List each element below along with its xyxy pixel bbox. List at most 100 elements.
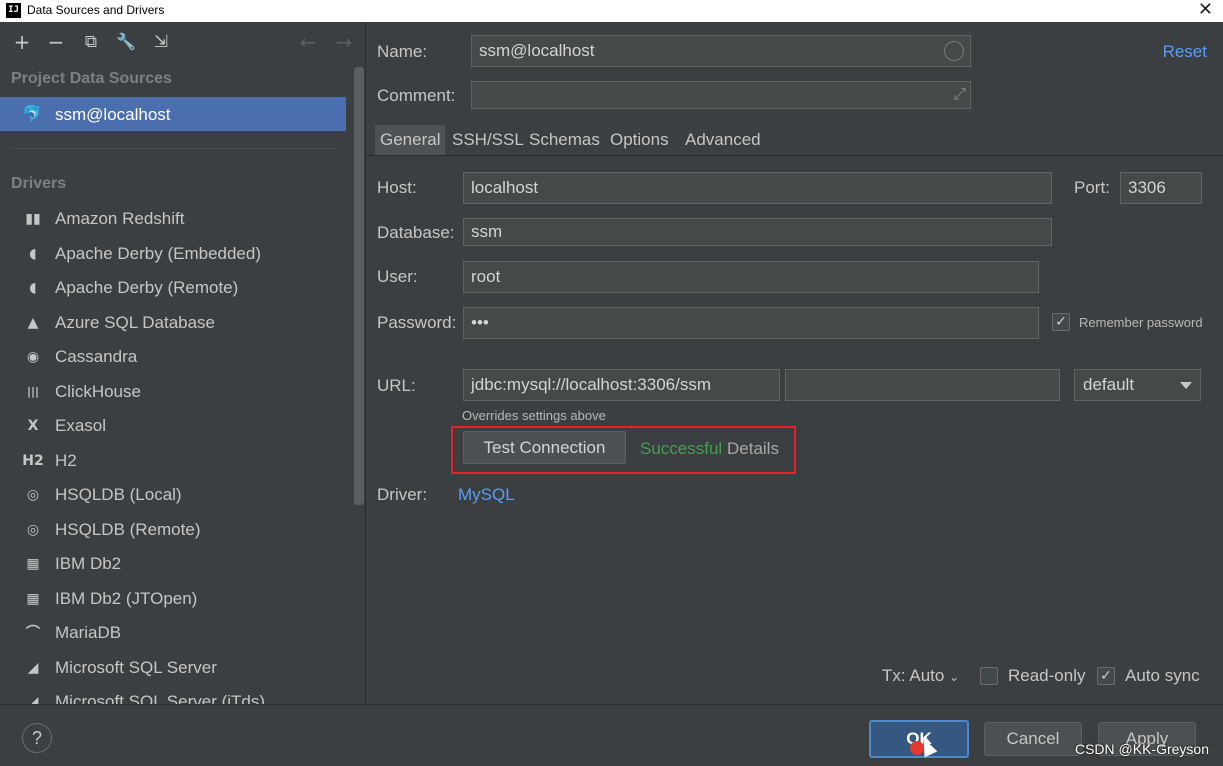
color-circle-icon[interactable]	[944, 41, 964, 61]
url-field[interactable]: jdbc:mysql://localhost:3306/ssm	[463, 369, 780, 401]
driver-link[interactable]: MySQL	[458, 485, 515, 505]
data-source-label: ssm@localhost	[55, 105, 171, 124]
remember-password-checkbox[interactable]: ✓	[1052, 313, 1070, 331]
comment-label: Comment:	[377, 86, 456, 105]
driver-item[interactable]: X Exasol	[0, 409, 346, 443]
driver-label: Azure SQL Database	[55, 312, 216, 332]
redshift-icon: ▮▮	[25, 211, 41, 227]
driver-label: H2	[55, 450, 77, 470]
read-only-checkbox[interactable]	[980, 667, 998, 685]
driver-item[interactable]: ▮▮ Amazon Redshift	[0, 202, 346, 236]
mssql-icon: ◢	[27, 694, 39, 704]
help-button[interactable]: ?	[22, 723, 52, 753]
drivers-header: Drivers	[11, 175, 67, 192]
tx-mode-label: Tx: Auto	[882, 666, 945, 685]
back-arrow-icon[interactable]: ←	[295, 30, 321, 54]
right-panel: Name: ssm@localhost Reset Comment: ⤢ Gen…	[367, 22, 1223, 704]
auto-sync-checkbox[interactable]: ✓	[1097, 667, 1115, 685]
copy-icon[interactable]: ⧉	[78, 30, 104, 54]
password-label: Password:	[377, 313, 457, 332]
driver-item[interactable]: H2 H2	[0, 444, 346, 478]
data-source-item-selected[interactable]: 🐬 ssm@localhost	[0, 97, 346, 131]
driver-label: Cassandra	[55, 347, 138, 366]
test-connection-button[interactable]: Test Connection	[463, 431, 626, 464]
driver-item[interactable]: ◎ HSQLDB (Remote)	[0, 513, 346, 547]
port-field[interactable]: 3306	[1120, 172, 1202, 204]
exasol-icon: X	[27, 418, 39, 434]
wrench-icon[interactable]: 🔧	[113, 30, 139, 54]
auto-sync-label: Auto sync	[1125, 666, 1200, 685]
driver-item[interactable]: ▦ IBM Db2	[0, 547, 346, 581]
tab-divider	[367, 155, 1223, 156]
database-field[interactable]: ssm	[463, 218, 1052, 246]
import-icon[interactable]: ⇲	[148, 30, 174, 54]
mariadb-icon: ⌒	[26, 625, 40, 641]
driver-item[interactable]: ▦ IBM Db2 (JTOpen)	[0, 582, 346, 616]
driver-item[interactable]: ◖ Apache Derby (Embedded)	[0, 237, 346, 271]
name-field[interactable]: ssm@localhost	[471, 35, 971, 67]
derby-icon: ◖	[29, 280, 37, 296]
window-titlebar: IJ Data Sources and Drivers ✕	[0, 0, 1223, 22]
tab-options[interactable]: Options	[605, 125, 674, 155]
driver-label: Driver:	[377, 485, 428, 504]
app-icon: IJ	[6, 3, 21, 18]
close-icon[interactable]: ✕	[1198, 0, 1213, 20]
window-title: Data Sources and Drivers	[27, 3, 165, 17]
driver-item[interactable]: ||| ClickHouse	[0, 375, 346, 409]
divider	[11, 148, 336, 149]
cancel-button[interactable]: Cancel	[984, 722, 1082, 756]
driver-label: HSQLDB (Remote)	[55, 519, 201, 539]
remove-icon[interactable]: −	[43, 30, 69, 54]
url-mode-value: default	[1083, 375, 1135, 394]
driver-item[interactable]: ⌒ MariaDB	[0, 616, 346, 650]
url-mode-select[interactable]: default	[1074, 369, 1201, 401]
driver-label: Apache Derby (Embedded)	[55, 243, 262, 263]
driver-label: HSQLDB (Local)	[55, 485, 182, 504]
host-field[interactable]: localhost	[463, 172, 1052, 204]
driver-label: ClickHouse	[55, 381, 141, 401]
url-extra-field[interactable]	[785, 369, 1060, 401]
driver-label: Amazon Redshift	[55, 209, 185, 228]
database-label: Database:	[377, 223, 455, 242]
driver-item[interactable]: ◢ Microsoft SQL Server	[0, 651, 346, 685]
chevron-down-icon	[1180, 382, 1192, 389]
tab-ssh-ssl[interactable]: SSH/SSL	[447, 125, 529, 155]
password-field[interactable]: •••	[463, 307, 1039, 339]
ibm-db2-icon: ▦	[26, 590, 40, 607]
cassandra-icon: ◉	[26, 349, 40, 365]
azure-icon: ▲	[27, 314, 39, 331]
sidebar-toolbar: + − ⧉ 🔧 ⇲ ← →	[0, 22, 365, 62]
forward-arrow-icon[interactable]: →	[331, 30, 357, 54]
tab-schemas[interactable]: Schemas	[524, 125, 605, 155]
comment-field[interactable]: ⤢	[471, 81, 971, 109]
port-label: Port:	[1074, 178, 1110, 197]
driver-item[interactable]: ◉ Cassandra	[0, 340, 346, 374]
driver-item[interactable]: ◢ Microsoft SQL Server (jTds)	[0, 685, 346, 704]
add-icon[interactable]: +	[9, 30, 35, 54]
url-label: URL:	[377, 376, 416, 395]
overrides-note: Overrides settings above	[462, 408, 606, 423]
user-field[interactable]: root	[463, 261, 1039, 293]
clickhouse-icon: |||	[26, 384, 40, 398]
reset-link[interactable]: Reset	[1163, 42, 1207, 62]
hsqldb-icon: ◎	[26, 521, 40, 538]
driver-item[interactable]: ▲ Azure SQL Database	[0, 306, 346, 340]
host-label: Host:	[377, 178, 417, 197]
driver-label: IBM Db2	[55, 554, 122, 573]
driver-item[interactable]: ◎ HSQLDB (Local)	[0, 478, 346, 512]
derby-icon: ◖	[29, 245, 37, 262]
expand-icon[interactable]: ⤢	[953, 82, 966, 108]
tab-general[interactable]: General	[375, 125, 446, 155]
driver-item[interactable]: ◖ Apache Derby (Remote)	[0, 271, 346, 305]
tab-advanced[interactable]: Advanced	[680, 125, 766, 155]
driver-label: MariaDB	[55, 623, 122, 642]
tx-mode-dropdown[interactable]: Tx: Auto ⌄	[882, 666, 959, 686]
sidebar-scrollbar[interactable]	[354, 67, 364, 505]
hsqldb-icon: ◎	[26, 487, 40, 503]
name-label: Name:	[377, 42, 428, 61]
driver-label: Microsoft SQL Server (jTds)	[55, 692, 266, 704]
details-link[interactable]: Details	[727, 439, 779, 459]
read-only-label: Read-only	[1008, 666, 1086, 685]
project-data-sources-header: Project Data Sources	[11, 70, 172, 87]
left-panel: + − ⧉ 🔧 ⇲ ← → Project Data Sources 🐬 ssm…	[0, 22, 366, 704]
